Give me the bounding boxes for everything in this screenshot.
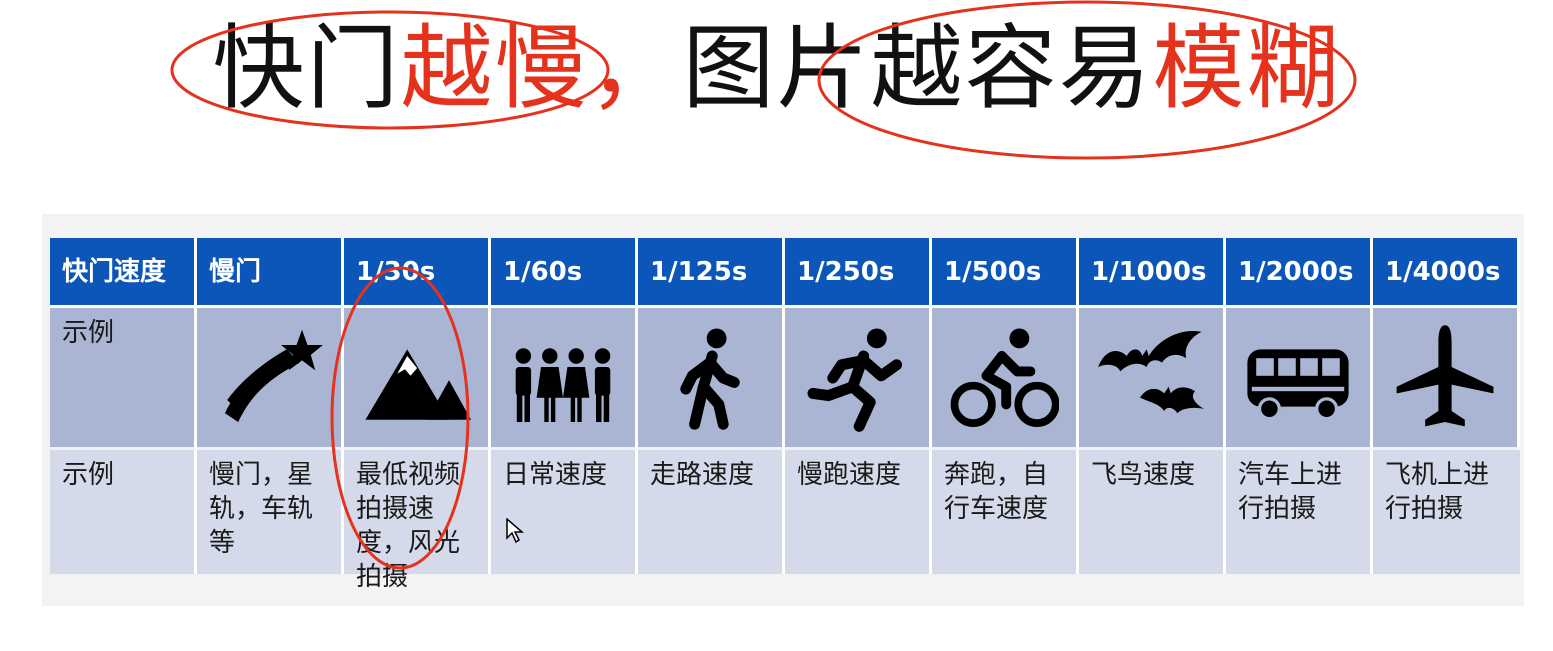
example-cell: 慢门，星轨，车轨等 <box>197 450 344 574</box>
icon-cell <box>1079 308 1226 450</box>
example-cell: 奔跑，自行车速度 <box>932 450 1079 574</box>
headline: 快门越慢，图片越容易模糊 <box>0 14 1553 124</box>
headline-part1-black: 快门 <box>212 15 401 122</box>
shutter-speed-table: 快门速度 慢门 1/30s 1/60s 1/125s 1/250s 1/500s… <box>50 238 1520 592</box>
airplane-icon <box>1373 323 1517 433</box>
example-cell: 飞机上进行拍摄 <box>1373 450 1520 574</box>
running-person-icon <box>785 323 929 433</box>
header-cell: 1/250s <box>785 238 932 308</box>
example-cell: 慢跑速度 <box>785 450 932 574</box>
header-cell: 1/60s <box>491 238 638 308</box>
example-cell: 日常速度 <box>491 450 638 574</box>
header-cell: 1/4000s <box>1373 238 1520 308</box>
walking-person-icon <box>638 323 782 433</box>
icon-cell <box>785 308 932 450</box>
headline-part2-red: 模糊 <box>1152 15 1341 122</box>
icon-cell <box>1373 308 1520 450</box>
icon-cell <box>1226 308 1373 450</box>
icon-cell <box>491 308 638 450</box>
bats-icon <box>1079 323 1223 433</box>
row-label: 示例 <box>50 308 197 450</box>
example-cell: 汽车上进行拍摄 <box>1226 450 1373 574</box>
header-cell: 1/30s <box>344 238 491 308</box>
bus-icon <box>1226 323 1370 433</box>
headline-part1-red: 越慢， <box>400 15 683 122</box>
example-cell: 最低视频拍摄速度，风光拍摄 <box>344 450 491 592</box>
headline-part2-black: 图片越容易 <box>682 15 1153 122</box>
icon-cell <box>638 308 785 450</box>
header-cell: 1/2000s <box>1226 238 1373 308</box>
mouse-cursor-icon <box>506 518 525 544</box>
example-cell: 走路速度 <box>638 450 785 574</box>
header-cell: 慢门 <box>197 238 344 308</box>
header-cell: 1/500s <box>932 238 1079 308</box>
header-cell: 1/125s <box>638 238 785 308</box>
icon-cell <box>932 308 1079 450</box>
icon-cell <box>344 308 491 450</box>
example-cell: 飞鸟速度 <box>1079 450 1226 574</box>
mountain-icon <box>344 323 488 433</box>
header-cell: 1/1000s <box>1079 238 1226 308</box>
people-group-icon <box>491 323 635 433</box>
header-cell: 快门速度 <box>50 238 197 308</box>
icon-cell <box>197 308 344 450</box>
cyclist-icon <box>932 323 1076 433</box>
shooting-star-icon <box>197 323 341 433</box>
row-label: 示例 <box>50 450 197 574</box>
